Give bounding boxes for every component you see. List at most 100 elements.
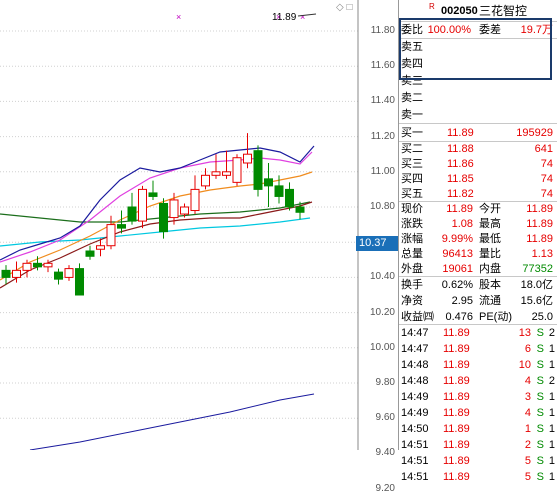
tick-volume: 1: [524, 423, 531, 435]
bid-volume: 74: [540, 173, 553, 185]
fundamental-value2: 18.0亿: [520, 279, 553, 291]
tick-row: 14:51 11.89 2 S 1: [399, 437, 557, 453]
quote-row: 涨跌 1.08 最高 11.89: [399, 217, 557, 232]
quote-value: 19061: [442, 263, 473, 275]
tick-time: 14:51: [401, 455, 429, 467]
candle-body: [64, 268, 74, 278]
candle-body: [75, 268, 84, 296]
ask-list: 卖五 卖四 卖三 卖二 卖一: [399, 39, 557, 124]
candle-body: [190, 188, 200, 212]
tick-time: 14:50: [401, 423, 429, 435]
current-price-tag: 10.37: [356, 236, 398, 251]
tick-side: S: [536, 391, 544, 403]
tick-count: 1: [548, 359, 555, 371]
candle-body: [96, 245, 105, 250]
fundamental-value: 0.62%: [441, 279, 473, 291]
tick-volume: 4: [524, 407, 531, 419]
price-axis-label: 10.00: [369, 341, 395, 353]
quote-label: 外盘: [401, 263, 423, 275]
ma-line-blue: [0, 145, 315, 261]
price-axis-label: 9.60: [375, 412, 395, 424]
bid-price: 11.85: [447, 173, 474, 185]
fundamental-value: 2.95: [451, 295, 473, 307]
bid-price: 11.82: [447, 188, 474, 200]
tick-volume: 6: [524, 343, 531, 355]
quote-value2: 1.13: [531, 248, 553, 260]
candle-body: [285, 188, 294, 208]
bid-label: 买四: [401, 173, 423, 185]
weibi-value: 100.00%: [427, 24, 471, 36]
quote-row: 总量 96413 量比 1.13: [399, 247, 557, 262]
tick-count: 1: [548, 407, 555, 419]
fundamental-label: 换手: [401, 279, 423, 291]
ask-label: 卖三: [401, 75, 423, 87]
weibi-label: 委比: [401, 24, 423, 36]
bid-price: 11.88: [447, 143, 474, 155]
tick-price: 11.89: [443, 423, 470, 435]
tick-row: 14:50 11.89 1 S 1: [399, 421, 557, 437]
quote-value2: 11.89: [526, 233, 553, 245]
bid-label: 买一: [401, 127, 423, 139]
candle-body: [54, 271, 63, 280]
tick-volume: 3: [524, 391, 531, 403]
tick-price: 11.89: [443, 375, 470, 387]
tick-row: 14:48 11.89 4 S 2: [399, 373, 557, 389]
ma-line-green: [0, 201, 311, 223]
tick-count: 1: [548, 455, 555, 467]
stock-code: 002050: [441, 5, 478, 17]
candle-body: [264, 178, 273, 187]
fundamental-row: 收益㈣ 0.476 PE(动) 25.0: [399, 309, 557, 325]
tick-count: 2: [548, 327, 555, 339]
tick-count: 2: [548, 375, 555, 387]
tick-price: 11.89: [443, 327, 470, 339]
ask-row: 卖一: [399, 107, 557, 124]
price-axis-label: 11.00: [370, 165, 395, 177]
tick-volume: 4: [524, 375, 531, 387]
tick-volume: 5: [524, 471, 531, 483]
stock-name: 三花智控: [479, 4, 528, 18]
fundamental-label2: PE(动): [479, 311, 512, 323]
tick-count: 1: [548, 471, 555, 483]
fundamentals-list: 换手 0.62% 股本 18.0亿 净资 2.95 流通 15.6亿 收益㈣ 0.476 PE(动)…: [399, 277, 557, 325]
quote-label2: 最低: [479, 233, 501, 245]
quote-label2: 今开: [479, 203, 501, 215]
tick-price: 11.89: [443, 343, 470, 355]
candle-body: [201, 174, 210, 187]
ask-label: 卖五: [401, 41, 423, 53]
bid-row: 买一 11.89 195929: [399, 124, 557, 142]
tick-count: 1: [548, 439, 555, 451]
candle-body: [169, 199, 179, 219]
weicha-value: 19.7万: [520, 24, 553, 36]
bid-row: 买三 11.86 74: [399, 157, 557, 172]
tick-row: 14:51 11.89 5 S 1: [399, 453, 557, 469]
bid-volume: 74: [540, 158, 553, 170]
fundamental-value: 0.476: [445, 311, 473, 323]
price-axis-label: 9.20: [375, 482, 395, 494]
tick-time: 14:48: [401, 375, 429, 387]
fundamental-label2: 股本: [479, 279, 501, 291]
candle-body: [106, 224, 116, 247]
tick-row: 14:48 11.89 10 S 1: [399, 357, 557, 373]
candle-body: [12, 269, 21, 278]
candle-body: [274, 185, 284, 197]
tick-side: S: [536, 343, 544, 355]
kline-chart[interactable]: × × × ◇ □ 11.89 11.80 11.60 11.40 11.20 11.00 1…: [0, 0, 398, 494]
top-marker: ×: [300, 12, 305, 22]
tick-side: S: [536, 423, 544, 435]
ask-row: 卖三: [399, 73, 557, 90]
fundamental-row: 净资 2.95 流通 15.6亿: [399, 293, 557, 309]
tick-time: 14:47: [401, 327, 429, 339]
quote-value2: 77352: [522, 263, 553, 275]
tick-time: 14:51: [401, 439, 429, 451]
tick-row: 14:47 11.89 13 S 2: [399, 325, 557, 341]
fundamental-value2: 25.0: [531, 311, 553, 323]
candle-body: [243, 153, 252, 164]
ask-row: 卖二: [399, 90, 557, 107]
price-axis-label: 9.40: [375, 447, 395, 459]
chart-toolbar-icons[interactable]: ◇ □: [336, 2, 353, 13]
tick-list[interactable]: 14:47 11.89 13 S 2 14:47 11.89 6 S 1 14:48 11.89 10 S…: [399, 325, 557, 485]
candle-body: [1, 269, 11, 278]
candle-body: [253, 150, 263, 190]
quote-list: 现价 11.89 今开 11.89 涨跌 1.08 最高 11.89 涨幅 9.99% 最低 11.8…: [399, 202, 557, 277]
tick-row: 14:47 11.89 6 S 1: [399, 341, 557, 357]
